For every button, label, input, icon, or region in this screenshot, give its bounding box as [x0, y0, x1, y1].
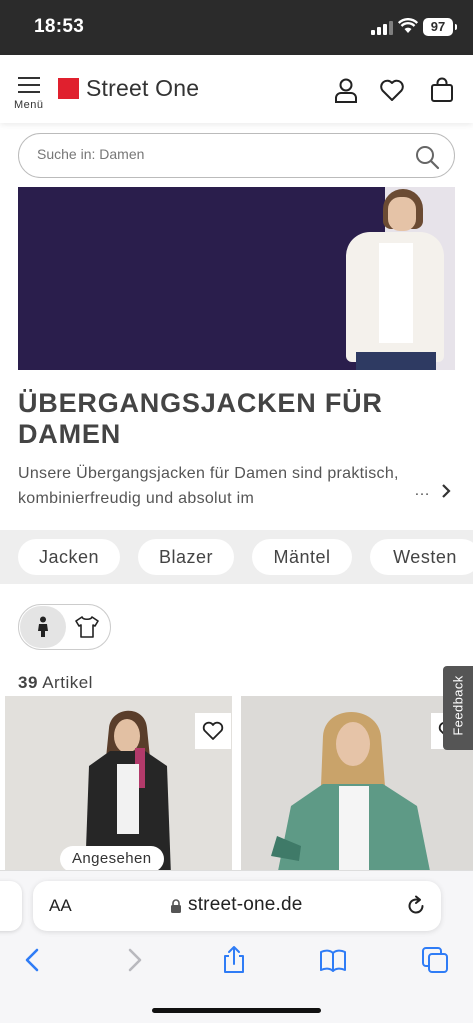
status-time: 18:53 [34, 16, 85, 37]
text-size-button[interactable]: AA [49, 896, 72, 916]
chevron-right-icon [442, 484, 451, 498]
product-card[interactable] [241, 696, 473, 876]
wifi-icon [398, 18, 418, 33]
chip-maentel[interactable]: Mäntel [252, 539, 352, 575]
site-header: Menü Street One [0, 55, 473, 123]
product-card[interactable]: Angesehen [5, 696, 232, 876]
result-count-label: Artikel [42, 673, 93, 692]
reload-icon[interactable] [405, 895, 427, 917]
heart-icon [202, 721, 224, 740]
subcategory-chips: Jacken Blazer Mäntel Westen [0, 530, 473, 584]
category-title: ÜBERGANGSJACKEN FÜR DAMEN [18, 388, 383, 449]
ellipsis: … [414, 482, 430, 499]
search-input[interactable] [37, 146, 397, 162]
person-icon [38, 616, 48, 637]
result-count: 39 Artikel [18, 673, 93, 693]
tabs-icon[interactable] [420, 945, 450, 975]
forward-icon[interactable] [119, 945, 149, 975]
hamburger-icon [18, 77, 40, 79]
logo-mark [58, 78, 79, 99]
back-icon[interactable] [18, 945, 48, 975]
category-description: Unsere Übergangsjacken für Damen sind pr… [18, 465, 399, 507]
home-indicator [152, 1008, 321, 1013]
menu-label: Menü [14, 99, 44, 111]
result-count-number: 39 [18, 673, 38, 692]
previous-tab-preview[interactable] [0, 881, 22, 931]
tshirt-icon[interactable] [73, 613, 101, 641]
status-bar: 18:53 97 [0, 0, 473, 55]
bookmarks-icon[interactable] [318, 945, 348, 975]
read-more-toggle[interactable]: … [414, 482, 452, 500]
chip-westen[interactable]: Westen [370, 539, 473, 575]
brand-name: Street One [86, 75, 200, 101]
battery-icon: 97 [423, 18, 457, 36]
viewed-badge: Angesehen [60, 846, 164, 872]
image-view-toggle[interactable] [18, 604, 111, 650]
feedback-tab[interactable]: Feedback [443, 666, 473, 750]
search-icon[interactable] [414, 144, 440, 170]
address-bar[interactable]: AA street-one.de [33, 881, 441, 931]
chip-blazer[interactable]: Blazer [138, 539, 234, 575]
add-to-wishlist-button[interactable] [195, 713, 231, 749]
browser-toolbar: AA street-one.de [0, 870, 473, 1023]
feedback-label: Feedback [450, 675, 466, 736]
model-view-button[interactable] [20, 606, 66, 648]
menu-button[interactable]: Menü [14, 75, 50, 115]
search-bar[interactable] [18, 133, 455, 178]
category-banner-image [18, 187, 455, 370]
wishlist-icon[interactable] [379, 77, 405, 103]
shopping-bag-icon[interactable] [429, 77, 455, 103]
url-text: street-one.de [188, 894, 303, 915]
cellular-signal-icon [371, 21, 393, 35]
chip-jacken[interactable]: Jacken [18, 539, 120, 575]
lock-icon [171, 899, 181, 913]
share-icon[interactable] [219, 945, 249, 975]
account-icon[interactable] [333, 77, 359, 103]
brand-logo[interactable]: Street One [58, 75, 199, 102]
